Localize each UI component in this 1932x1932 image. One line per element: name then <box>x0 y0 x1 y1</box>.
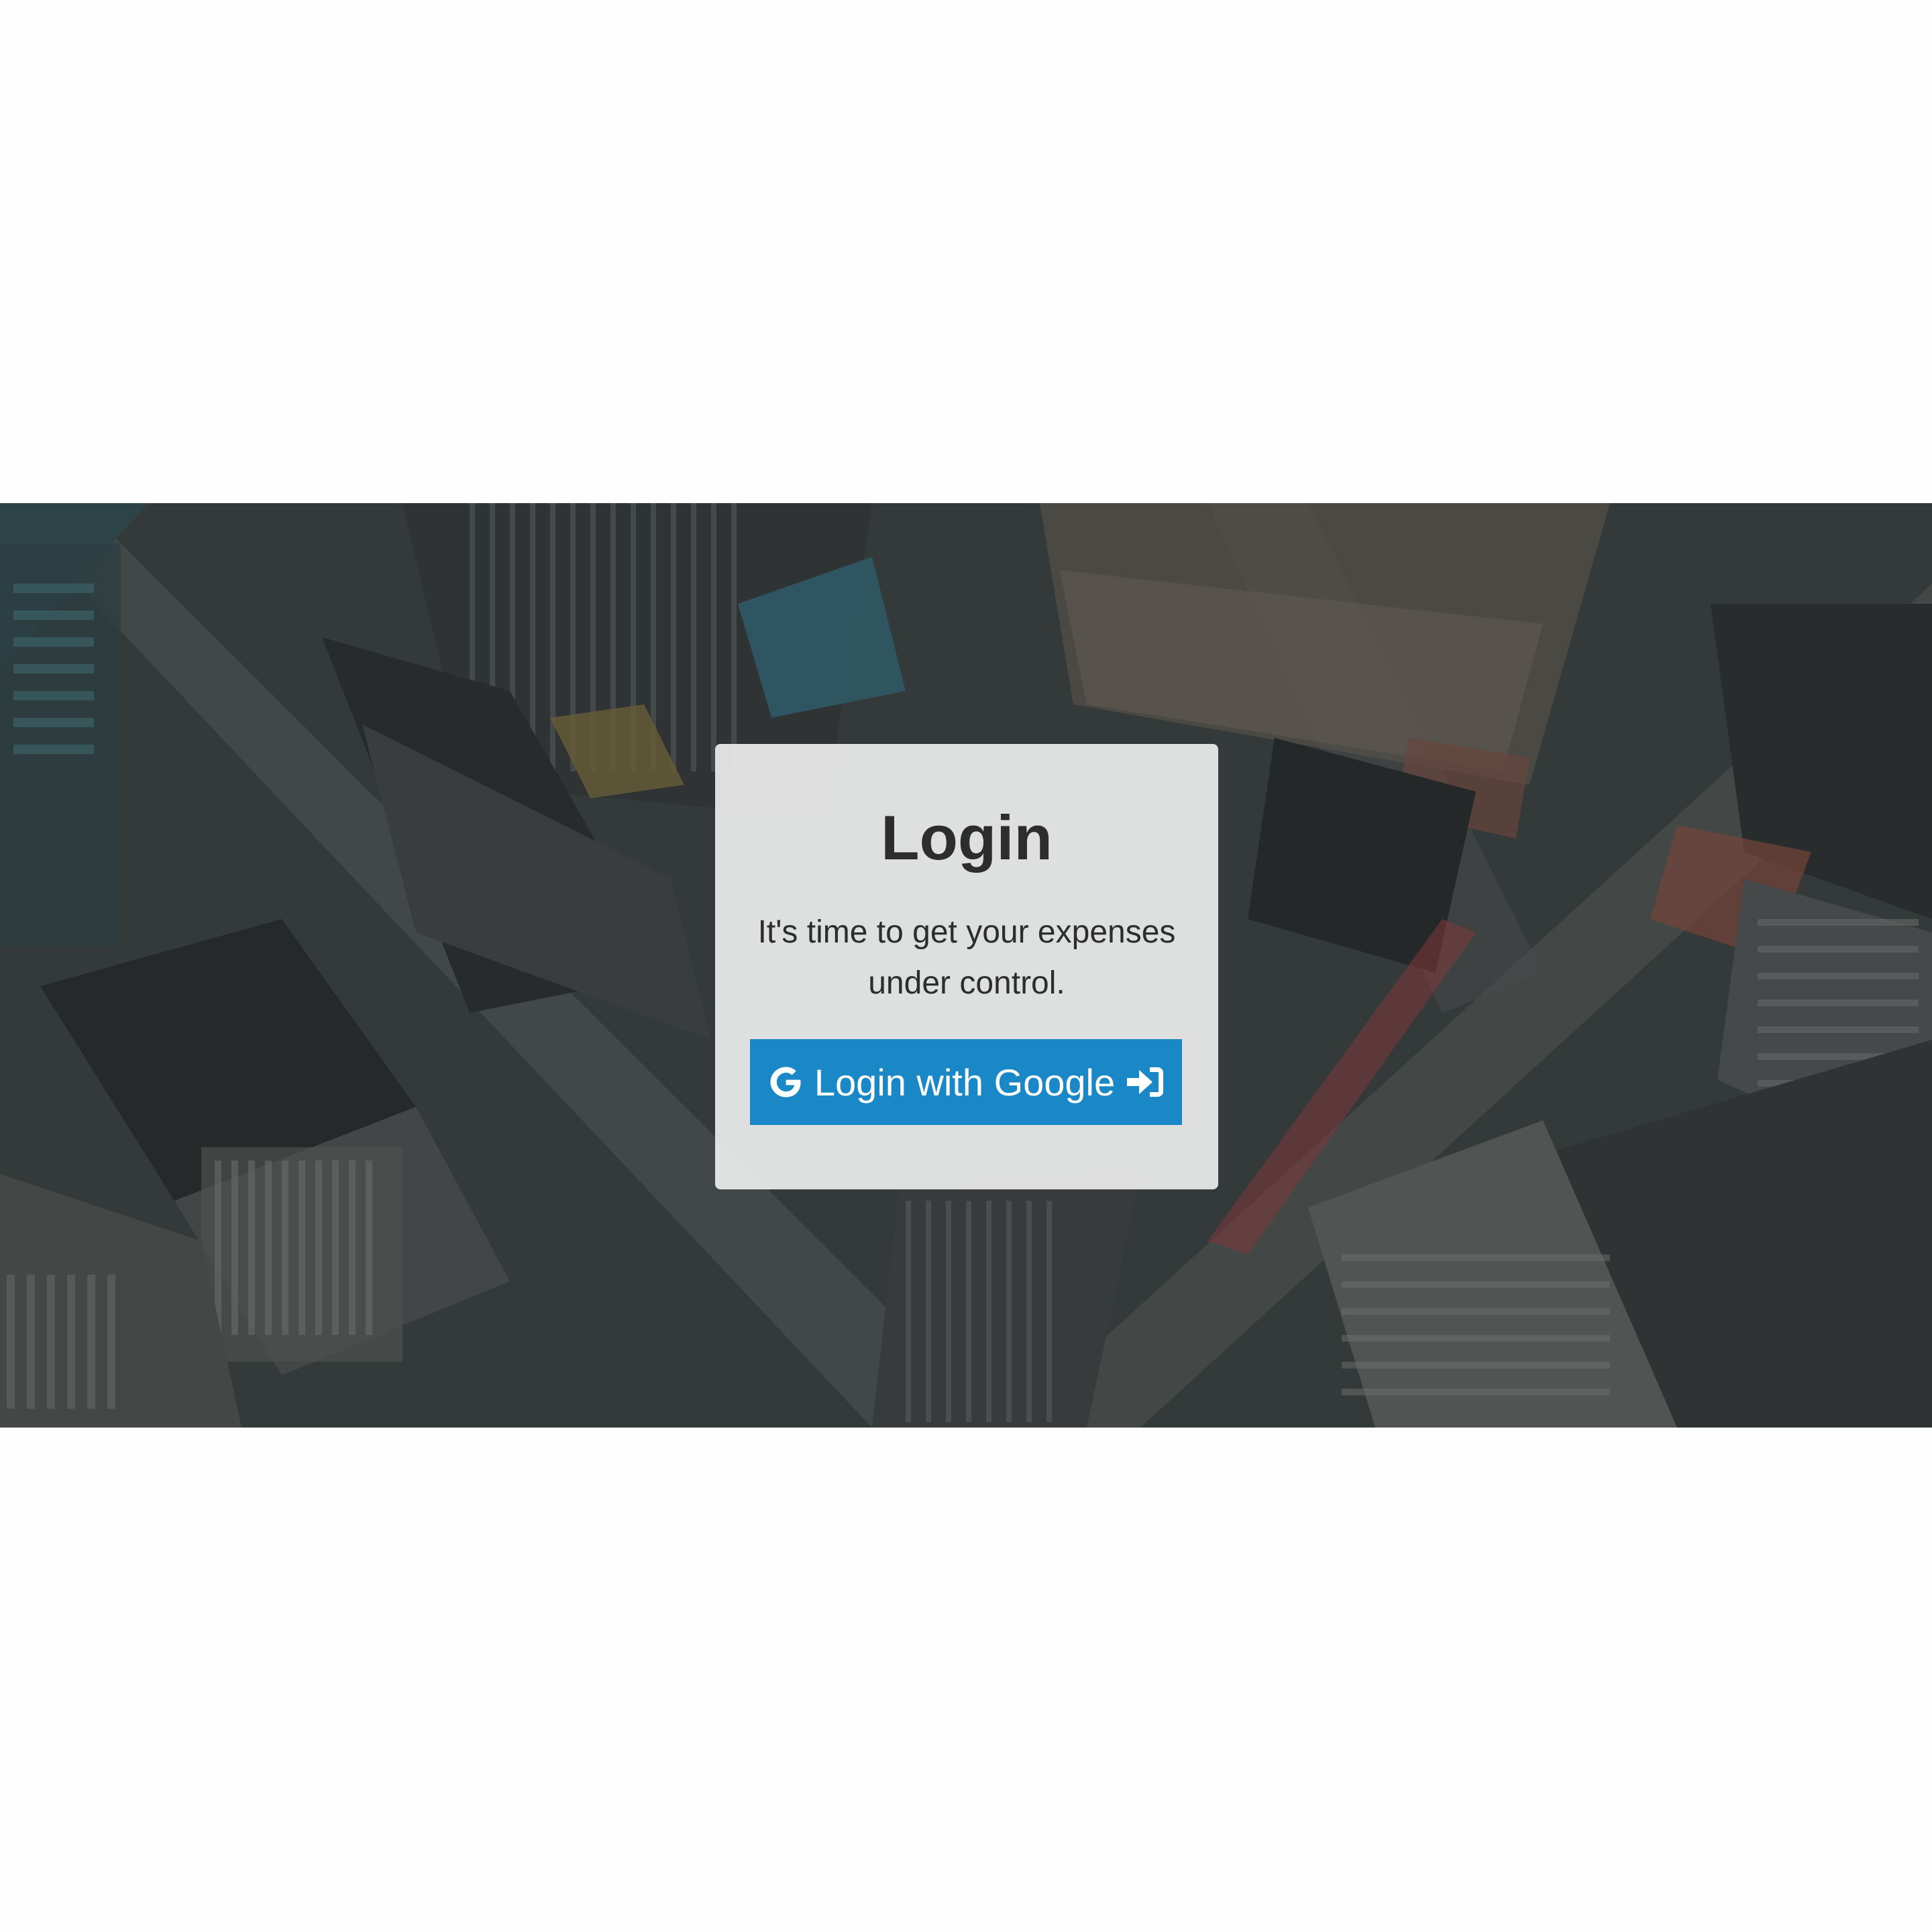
login-button-label: Login with Google <box>814 1061 1116 1104</box>
login-title: Login <box>881 802 1053 873</box>
login-card: Login It's time to get your expenses und… <box>715 744 1218 1189</box>
hero-background: Login It's time to get your expenses und… <box>0 503 1932 1428</box>
login-with-google-button[interactable]: Login with Google <box>750 1039 1182 1125</box>
login-page: Login It's time to get your expenses und… <box>0 0 1932 1932</box>
google-icon <box>767 1064 804 1100</box>
login-tagline: It's time to get your expenses under con… <box>757 914 1176 1001</box>
sign-in-icon <box>1126 1065 1165 1099</box>
